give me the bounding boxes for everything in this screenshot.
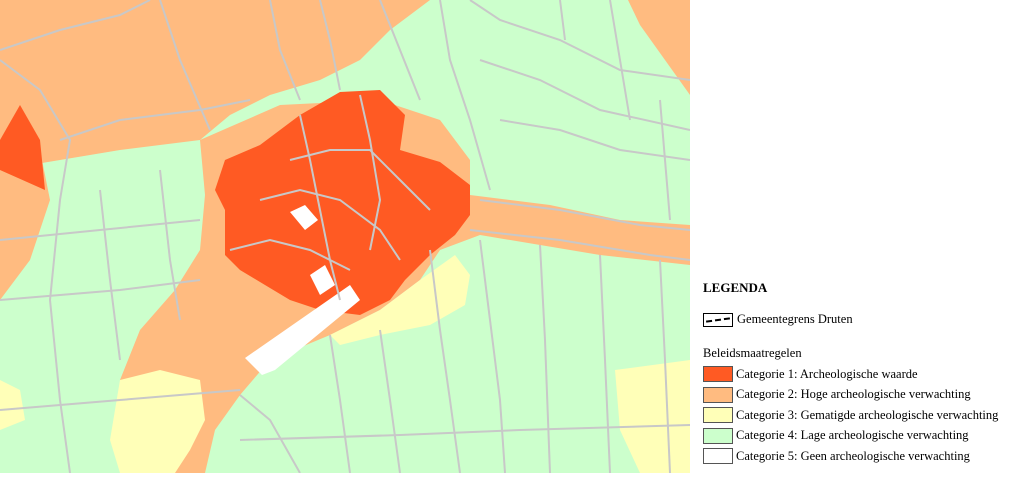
boundary-label: Gemeentegrens Druten: [737, 312, 853, 326]
category-5-label: Categorie 5: Geen archeologische verwach…: [736, 448, 970, 463]
archaeology-map[interactable]: [0, 0, 691, 474]
category-1-label: Categorie 1: Archeologische waarde: [736, 366, 918, 381]
map-canvas: [0, 0, 691, 474]
dashed-boundary-icon: [703, 312, 733, 327]
category-3-label: Categorie 3: Gematigde archeologische ve…: [736, 407, 999, 422]
legend-category-5: Categorie 5: Geen archeologische verwach…: [703, 446, 998, 467]
legend-category-1: Categorie 1: Archeologische waarde: [703, 364, 998, 385]
category-4-label: Categorie 4: Lage archeologische verwach…: [736, 428, 969, 443]
legend-category-2: Categorie 2: Hoge archeologische verwach…: [703, 385, 998, 406]
legend-category-list: Categorie 1: Archeologische waarde Categ…: [703, 364, 998, 467]
category-3-swatch: [703, 407, 733, 424]
legend-title: LEGENDA: [703, 280, 768, 295]
legend-section-title: Beleidsmaatregelen: [703, 346, 802, 360]
legend-boundary-row: Gemeentegrens Druten: [703, 312, 853, 327]
category-5-swatch: [703, 448, 733, 465]
map-legend: LEGENDA Gemeentegrens Druten Beleidsmaat…: [690, 0, 1021, 473]
legend-category-4: Categorie 4: Lage archeologische verwach…: [703, 426, 998, 447]
category-2-swatch: [703, 386, 733, 403]
legend-category-3: Categorie 3: Gematigde archeologische ve…: [703, 405, 998, 426]
category-1-swatch: [703, 366, 733, 383]
category-4-swatch: [703, 427, 733, 444]
category-2-label: Categorie 2: Hoge archeologische verwach…: [736, 387, 971, 402]
